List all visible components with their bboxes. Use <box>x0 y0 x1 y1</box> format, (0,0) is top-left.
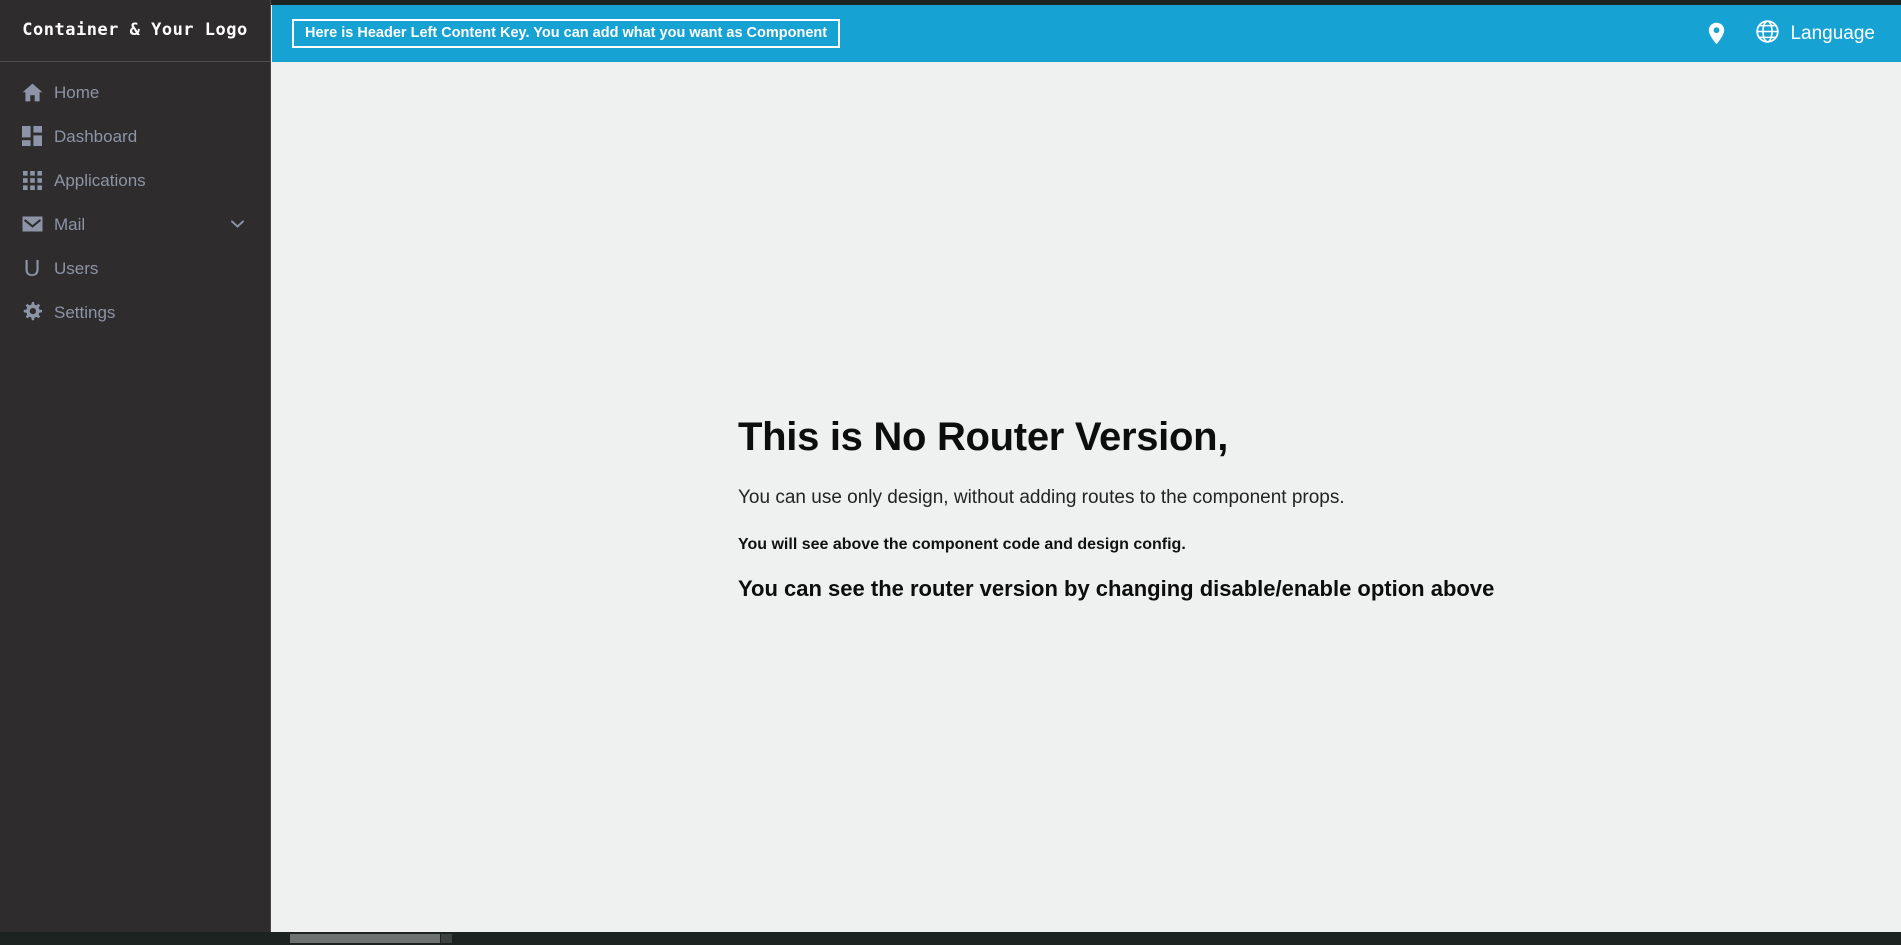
mail-icon <box>19 211 45 237</box>
sidebar-nav: Home Dashboard Applications Mail U Users… <box>0 62 270 334</box>
scrollbar-arrow[interactable] <box>441 934 452 943</box>
sidebar-item-label: Home <box>54 82 100 102</box>
sidebar-item-settings[interactable]: Settings <box>0 290 270 334</box>
top-header-bar: Here is Header Left Content Key. You can… <box>272 5 1901 62</box>
sidebar-item-home[interactable]: Home <box>0 70 270 114</box>
page-description: You can use only design, without adding … <box>738 487 1345 508</box>
sidebar-item-label: Users <box>54 258 99 278</box>
sidebar-item-label: Applications <box>54 170 146 190</box>
sidebar-logo-area: Container & Your Logo <box>0 0 270 62</box>
globe-icon <box>1756 19 1780 48</box>
header-right-actions: Language <box>1698 16 1901 52</box>
sidebar-item-label: Dashboard <box>54 126 138 146</box>
sidebar-item-mail[interactable]: Mail <box>0 202 270 246</box>
chevron-down-icon[interactable] <box>230 217 244 231</box>
sidebar-item-users[interactable]: U Users <box>0 246 270 290</box>
sidebar-item-applications[interactable]: Applications <box>0 158 270 202</box>
scrollbar-thumb[interactable] <box>290 934 440 943</box>
home-icon <box>19 79 45 105</box>
sidebar-item-dashboard[interactable]: Dashboard <box>0 114 270 158</box>
applications-icon <box>19 167 45 193</box>
dashboard-icon <box>19 123 45 149</box>
sidebar-item-label: Settings <box>54 302 116 322</box>
page-note: You will see above the component code an… <box>738 535 1186 553</box>
page-callout: You can see the router version by changi… <box>738 575 1495 601</box>
sidebar-item-label: Mail <box>54 214 86 234</box>
app-root: Container & Your Logo Home Dashboard App… <box>0 0 1901 945</box>
main-content-area: This is No Router Version, You can use o… <box>272 62 1901 932</box>
sidebar: Container & Your Logo Home Dashboard App… <box>0 0 271 932</box>
horizontal-scrollbar[interactable] <box>0 932 1901 945</box>
map-pin-icon[interactable] <box>1698 16 1734 52</box>
app-logo-text: Container & Your Logo <box>22 20 248 40</box>
content-block: This is No Router Version, You can use o… <box>272 62 1901 602</box>
users-icon-glyph: U <box>23 254 41 281</box>
language-label: Language <box>1790 23 1875 44</box>
header-left-content-key[interactable]: Here is Header Left Content Key. You can… <box>292 18 841 49</box>
page-title: This is No Router Version, <box>738 415 1229 459</box>
gear-icon <box>19 299 45 325</box>
users-letter-icon: U <box>19 255 45 281</box>
language-selector[interactable]: Language <box>1756 19 1875 48</box>
